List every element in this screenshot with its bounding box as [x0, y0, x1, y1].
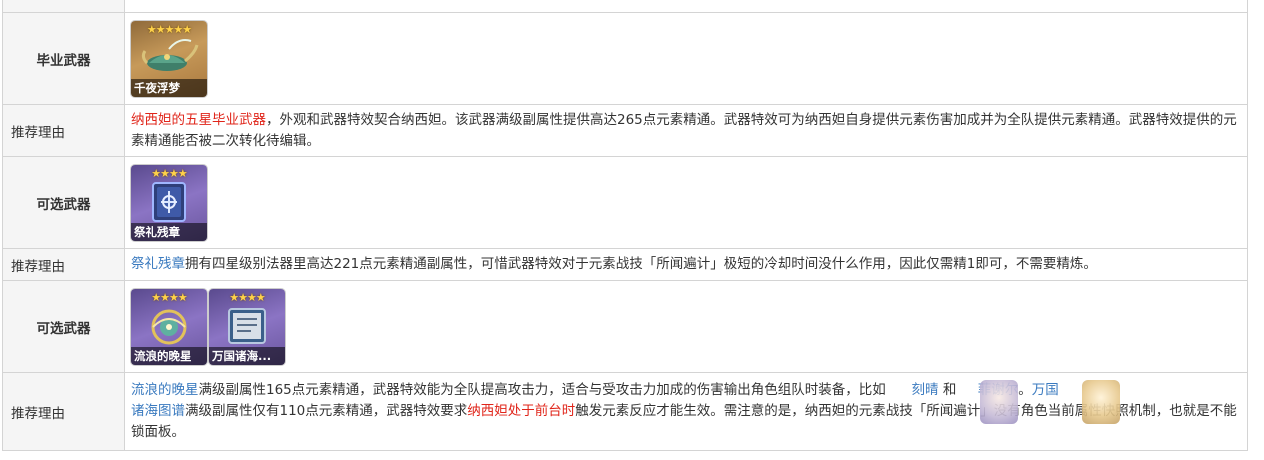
weapon-name: 祭礼残章: [131, 222, 207, 241]
weapon-name: 流浪的晚星: [131, 346, 207, 365]
magic-lamp-icon: [141, 38, 199, 71]
table-row: 推荐理由 纳西妲的五星毕业武器，外观和武器特效契合纳西妲。该武器满级副属性提供高…: [2, 104, 1248, 157]
reason-text-cell: 纳西妲的五星毕业武器，外观和武器特效契合纳西妲。该武器满级副属性提供高达265点…: [124, 104, 1248, 157]
weapon-link[interactable]: 诸海图谱: [131, 403, 185, 419]
table-row: 推荐理由 流浪的晚星满级副属性165点元素精通，武器特效能为全队提高攻击力，适合…: [2, 372, 1248, 451]
alt-weapon-cell: ★★★★ 流浪的晚星 ★★★★ 万国诸海...: [124, 280, 1248, 373]
weapon-name: 万国诸海...: [209, 346, 285, 365]
table-row: [2, 0, 1248, 13]
reason-text: 满级副属性仅有110点元素精通，武器特效要求: [185, 403, 468, 419]
best-weapon-label: 毕业武器: [2, 12, 125, 105]
weapon-link[interactable]: 祭礼残章: [131, 256, 185, 272]
scrollbar-gutter: [1248, 0, 1264, 460]
reason-label: 推荐理由: [2, 248, 125, 281]
weapon-recommendation-table: 毕业武器 ★★★★★ 千夜浮梦 推荐理由 纳西妲的五星毕业武器，外观和武器特效契…: [2, 0, 1248, 451]
best-weapon-cell: ★★★★★ 千夜浮梦: [124, 12, 1248, 105]
reason-text: ，外观和武器特效契合纳西妲。该武器满级副属性提供高达265点元素精通。武器特效可…: [131, 111, 1237, 149]
reason-text: 满级副属性165点元素精通，武器特效能为全队提高攻击力，适合与受攻击力加成的伤害…: [198, 382, 886, 398]
table-row: 可选武器 ★★★★ 流浪的晚星 ★★★★ 万国诸海...: [2, 280, 1248, 373]
tome-icon: [152, 181, 186, 222]
orb-catalyst-icon: [151, 309, 187, 344]
character-link-fischl[interactable]: 菲谢尔: [978, 382, 1019, 398]
alt-weapon-label: 可选武器: [2, 156, 125, 249]
alt-weapon-label: 可选武器: [2, 280, 125, 373]
table-row: 可选武器 ★★★★ 祭礼残章: [2, 156, 1248, 249]
book-icon: [228, 307, 266, 344]
reason-label: 推荐理由: [2, 372, 125, 451]
highlight-text: 纳西妲的五星毕业武器: [131, 111, 266, 128]
highlight-text: 纳西妲处于前台时: [467, 403, 576, 419]
content-cell: [124, 0, 1248, 13]
weapon-card-sacrificial-fragments[interactable]: ★★★★ 祭礼残章: [131, 164, 207, 241]
weapon-name: 千夜浮梦: [131, 78, 207, 97]
weapon-link[interactable]: 万国: [1032, 382, 1059, 398]
label-cell: [2, 0, 125, 13]
reason-text-cell: 祭礼残章拥有四星级别法器里高达221点元素精通副属性，可惜武器特效对于元素战技「…: [124, 248, 1248, 281]
table-row: 推荐理由 祭礼残章拥有四星级别法器里高达221点元素精通副属性，可惜武器特效对于…: [2, 248, 1248, 281]
conjunction-text: 和: [942, 382, 957, 398]
weapon-card-a-thousand-floating-dreams[interactable]: ★★★★★ 千夜浮梦: [131, 20, 207, 97]
reason-text-cell: 流浪的晚星满级副属性165点元素精通，武器特效能为全队提高攻击力，适合与受攻击力…: [124, 372, 1248, 451]
separator-text: 。: [1018, 382, 1032, 398]
reason-text: 拥有四星级别法器里高达221点元素精通副属性，可惜武器特效对于元素战技「所闻遍计…: [185, 256, 1097, 272]
alt-weapon-cell: ★★★★ 祭礼残章: [124, 156, 1248, 249]
table-row: 毕业武器 ★★★★★ 千夜浮梦: [2, 12, 1248, 105]
weapon-card-mappa-mare[interactable]: ★★★★ 万国诸海...: [209, 288, 285, 365]
weapon-card-wandering-evenstar[interactable]: ★★★★ 流浪的晚星: [131, 288, 207, 365]
character-link-keqing[interactable]: 刻晴: [912, 382, 939, 398]
reason-label: 推荐理由: [2, 104, 125, 157]
weapon-link[interactable]: 流浪的晚星: [131, 382, 199, 398]
